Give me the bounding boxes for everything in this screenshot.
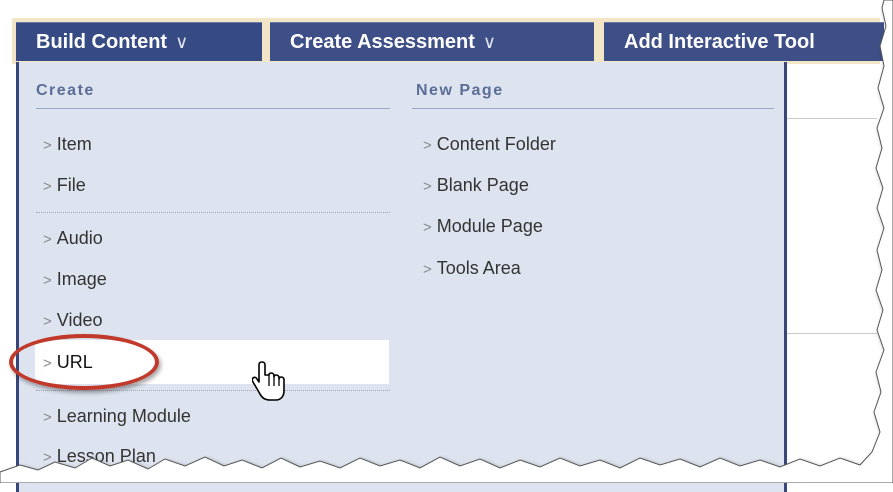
torn-edge-decoration xyxy=(0,0,893,483)
screenshot-frame: Build Content ∨ Create Assessment ∨ Add In… xyxy=(0,0,893,492)
